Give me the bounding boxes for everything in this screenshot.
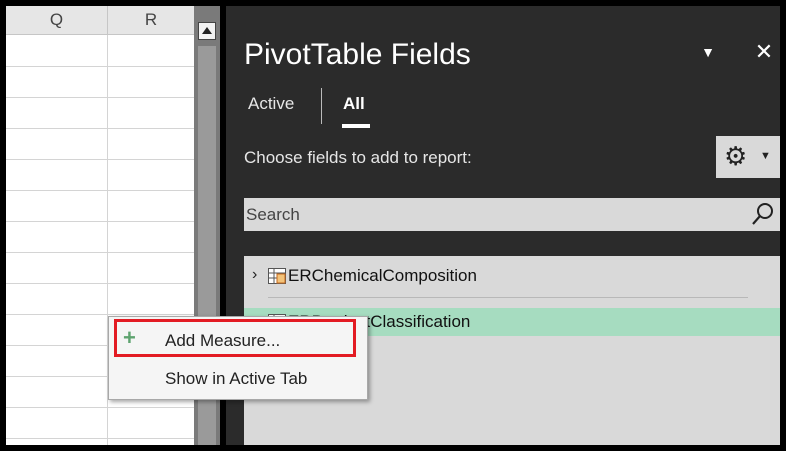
grid-row-line <box>6 438 194 439</box>
gear-icon: ⚙ <box>724 141 748 171</box>
field-label: ERChemicalComposition <box>288 266 477 285</box>
close-icon: ✕ <box>754 39 774 64</box>
tab-separator <box>321 88 322 124</box>
scroll-up-button[interactable] <box>198 22 216 40</box>
grid-row-line <box>6 283 194 284</box>
grid-row-line <box>6 314 194 315</box>
grid-row-line <box>6 221 194 222</box>
grid-row-line <box>6 407 194 408</box>
search-placeholder: Search <box>246 205 300 224</box>
menu-item-add-measure[interactable]: + Add Measure... <box>109 323 367 355</box>
close-pane-button[interactable]: ✕ <box>752 40 776 64</box>
tab-all-underline <box>342 124 370 128</box>
tools-button[interactable]: ⚙ ▼ <box>716 136 780 178</box>
search-field[interactable]: Search <box>244 198 780 231</box>
menu-item-label: Show in Active Tab <box>165 369 308 388</box>
menu-item-show-in-active-tab[interactable]: Show in Active Tab <box>109 361 367 393</box>
column-header-r[interactable]: R <box>108 6 194 34</box>
tab-all[interactable]: All <box>343 94 365 114</box>
column-headers: Q R <box>6 6 194 35</box>
grid-row-line <box>6 128 194 129</box>
field-row[interactable]: › ERChemicalComposition <box>244 262 780 290</box>
chevron-down-icon: ▼ <box>760 150 771 162</box>
choose-fields-label: Choose fields to add to report: <box>244 148 472 167</box>
grid-row-line <box>6 190 194 191</box>
table-icon <box>268 268 286 284</box>
expand-arrow-icon[interactable]: › <box>252 266 257 284</box>
column-header-q[interactable]: Q <box>6 6 108 34</box>
plus-icon: + <box>123 325 136 350</box>
grid-row-line <box>6 97 194 98</box>
grid-row-line <box>6 159 194 160</box>
caret-down-icon: ▼ <box>701 44 715 60</box>
list-divider <box>268 297 748 298</box>
pane-title: PivotTable Fields <box>244 38 471 71</box>
context-menu: + Add Measure... Show in Active Tab <box>108 316 368 400</box>
grid-row-line <box>6 66 194 67</box>
menu-item-label: Add Measure... <box>165 331 281 350</box>
tab-active[interactable]: Active <box>248 94 294 114</box>
grid-row-line <box>6 252 194 253</box>
pane-options-button[interactable]: ▼ <box>696 40 720 64</box>
search-icon[interactable] <box>750 201 776 227</box>
